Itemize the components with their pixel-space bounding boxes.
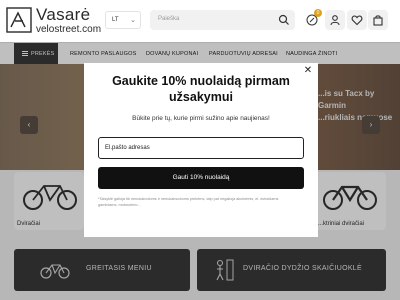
language-value: LT: [112, 17, 119, 23]
bicycle-logo-icon: [6, 7, 32, 33]
modal-title-line2: užsakymui: [169, 90, 233, 104]
wishlist-button[interactable]: [347, 10, 367, 30]
search-placeholder: Paieška: [158, 16, 180, 22]
heart-icon: [351, 15, 363, 26]
get-discount-button[interactable]: Gauti 10% nuolaidą: [98, 167, 304, 189]
cart-button[interactable]: [368, 10, 388, 30]
logo-domain: velostreet.com: [36, 24, 102, 35]
search-button[interactable]: [274, 10, 294, 30]
logo-name: Vasarė: [36, 5, 91, 24]
newsletter-modal: ✕ Gaukite 10% nuolaidą pirmam užsakymui …: [84, 63, 318, 237]
bag-icon: [373, 15, 383, 26]
fine-print-line2: gaminiams, motorolerio...: [98, 203, 141, 207]
fine-print: *Taisyklė galioja tik nenukainotoms ir n…: [98, 196, 308, 208]
account-button[interactable]: [325, 10, 345, 30]
email-placeholder: El.pašto adresas: [105, 145, 150, 151]
logo[interactable]: Vasarė velostreet.com: [6, 3, 101, 39]
modal-title: Gaukite 10% nuolaidą pirmam užsakymui: [92, 73, 310, 105]
chevron-down-icon: ⌄: [130, 17, 136, 24]
search-icon: [278, 14, 289, 25]
user-icon: [330, 15, 340, 26]
modal-subtitle: Būkite prie tų, kurie pirmi sužino apie …: [132, 115, 270, 122]
page: Vasarė velostreet.com LT ⌄ Paieška 0 PRE…: [0, 0, 400, 300]
email-field[interactable]: El.pašto adresas: [98, 137, 304, 159]
modal-title-line1: Gaukite 10% nuolaidą pirmam: [112, 74, 290, 88]
cart-badge: 0: [314, 9, 322, 17]
language-select[interactable]: LT ⌄: [105, 11, 141, 29]
header: Vasarė velostreet.com LT ⌄ Paieška 0: [0, 0, 400, 42]
